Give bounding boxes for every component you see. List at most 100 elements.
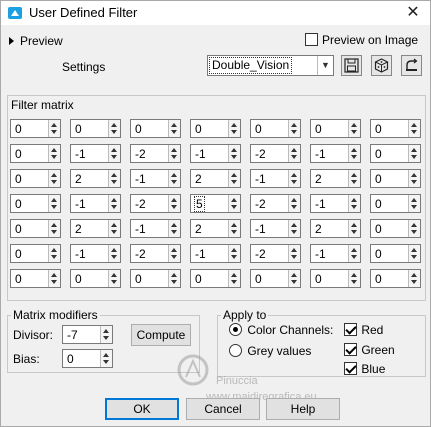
matrix-cell-spin-buttons[interactable] bbox=[48, 245, 60, 262]
matrix-cell[interactable]: 0 bbox=[190, 119, 241, 138]
matrix-cell-spin-buttons[interactable] bbox=[48, 170, 60, 187]
randomize-button[interactable] bbox=[371, 55, 392, 76]
matrix-cell-spin-buttons[interactable] bbox=[348, 245, 360, 262]
divisor-spinbox[interactable]: -7 bbox=[62, 325, 113, 344]
cancel-button[interactable]: Cancel bbox=[186, 398, 260, 420]
matrix-cell-spin-buttons[interactable] bbox=[408, 245, 420, 262]
matrix-cell-spin-buttons[interactable] bbox=[48, 195, 60, 212]
matrix-cell-spin-buttons[interactable] bbox=[48, 220, 60, 237]
preview-toggle[interactable]: Preview bbox=[9, 33, 63, 48]
close-icon[interactable]: ✕ bbox=[402, 3, 424, 23]
matrix-cell-spin-buttons[interactable] bbox=[108, 220, 120, 237]
matrix-cell[interactable]: -2 bbox=[130, 144, 181, 163]
matrix-cell[interactable]: 0 bbox=[70, 269, 121, 288]
matrix-cell[interactable]: 5 bbox=[190, 194, 241, 213]
bias-spinbox[interactable]: 0 bbox=[62, 349, 113, 368]
matrix-cell-spin-buttons[interactable] bbox=[108, 120, 120, 137]
matrix-cell[interactable]: -1 bbox=[70, 144, 121, 163]
matrix-cell-spin-buttons[interactable] bbox=[408, 120, 420, 137]
matrix-cell[interactable]: 0 bbox=[250, 269, 301, 288]
matrix-cell[interactable]: 0 bbox=[70, 119, 121, 138]
matrix-cell-spin-buttons[interactable] bbox=[228, 195, 240, 212]
color-channels-radio-dot[interactable] bbox=[229, 323, 242, 337]
matrix-cell-spin-buttons[interactable] bbox=[48, 120, 60, 137]
matrix-cell-spin-buttons[interactable] bbox=[108, 270, 120, 287]
matrix-cell[interactable]: 0 bbox=[250, 119, 301, 138]
matrix-cell[interactable]: -1 bbox=[310, 194, 361, 213]
help-button[interactable]: Help bbox=[266, 398, 340, 420]
matrix-cell[interactable]: -1 bbox=[310, 144, 361, 163]
matrix-cell-spin-buttons[interactable] bbox=[348, 145, 360, 162]
matrix-cell[interactable]: 2 bbox=[310, 169, 361, 188]
matrix-cell[interactable]: 0 bbox=[10, 119, 61, 138]
matrix-cell-spin-buttons[interactable] bbox=[168, 245, 180, 262]
color-channels-radio[interactable]: Color Channels: bbox=[229, 322, 333, 337]
matrix-cell-spin-buttons[interactable] bbox=[348, 170, 360, 187]
matrix-cell-spin-buttons[interactable] bbox=[48, 270, 60, 287]
matrix-cell-spin-buttons[interactable] bbox=[108, 195, 120, 212]
matrix-cell-spin-buttons[interactable] bbox=[108, 145, 120, 162]
matrix-cell[interactable]: 0 bbox=[310, 119, 361, 138]
matrix-cell-spin-buttons[interactable] bbox=[288, 195, 300, 212]
matrix-cell-spin-buttons[interactable] bbox=[408, 270, 420, 287]
red-checkbox[interactable]: Red bbox=[344, 322, 383, 337]
divisor-spin-buttons[interactable] bbox=[100, 326, 112, 343]
red-check-box[interactable] bbox=[344, 323, 357, 337]
matrix-cell-spin-buttons[interactable] bbox=[168, 170, 180, 187]
matrix-cell-spin-buttons[interactable] bbox=[408, 195, 420, 212]
matrix-cell-spin-buttons[interactable] bbox=[288, 170, 300, 187]
matrix-cell-spin-buttons[interactable] bbox=[288, 245, 300, 262]
matrix-cell[interactable]: 0 bbox=[130, 269, 181, 288]
matrix-cell[interactable]: -1 bbox=[70, 194, 121, 213]
matrix-cell[interactable]: -2 bbox=[130, 194, 181, 213]
matrix-cell[interactable]: -2 bbox=[250, 194, 301, 213]
matrix-cell-spin-buttons[interactable] bbox=[168, 195, 180, 212]
matrix-cell-spin-buttons[interactable] bbox=[168, 220, 180, 237]
matrix-cell[interactable]: 0 bbox=[130, 119, 181, 138]
matrix-cell[interactable]: -2 bbox=[250, 144, 301, 163]
matrix-cell[interactable]: 0 bbox=[370, 169, 421, 188]
matrix-cell[interactable]: 0 bbox=[370, 119, 421, 138]
compute-button[interactable]: Compute bbox=[131, 324, 191, 346]
matrix-cell-spin-buttons[interactable] bbox=[168, 270, 180, 287]
matrix-cell-spin-buttons[interactable] bbox=[348, 270, 360, 287]
matrix-cell-spin-buttons[interactable] bbox=[348, 220, 360, 237]
matrix-cell[interactable]: -1 bbox=[310, 244, 361, 263]
matrix-cell[interactable]: -1 bbox=[70, 244, 121, 263]
matrix-cell-spin-buttons[interactable] bbox=[408, 170, 420, 187]
matrix-cell-spin-buttons[interactable] bbox=[288, 270, 300, 287]
matrix-cell[interactable]: 0 bbox=[10, 169, 61, 188]
ok-button[interactable]: OK bbox=[105, 398, 179, 420]
matrix-cell[interactable]: -1 bbox=[250, 219, 301, 238]
preview-on-image-checkbox[interactable]: Preview on Image bbox=[305, 32, 418, 47]
matrix-cell[interactable]: 2 bbox=[190, 219, 241, 238]
matrix-cell-spin-buttons[interactable] bbox=[348, 195, 360, 212]
matrix-cell[interactable]: 0 bbox=[190, 269, 241, 288]
matrix-cell-spin-buttons[interactable] bbox=[348, 120, 360, 137]
matrix-cell-spin-buttons[interactable] bbox=[108, 245, 120, 262]
matrix-cell-spin-buttons[interactable] bbox=[288, 220, 300, 237]
matrix-cell[interactable]: 0 bbox=[370, 144, 421, 163]
matrix-cell[interactable]: 0 bbox=[370, 244, 421, 263]
matrix-cell-spin-buttons[interactable] bbox=[288, 120, 300, 137]
matrix-cell[interactable]: 2 bbox=[70, 219, 121, 238]
save-preset-button[interactable] bbox=[341, 55, 362, 76]
chevron-down-icon[interactable]: ▼ bbox=[317, 56, 333, 75]
matrix-cell[interactable]: 0 bbox=[370, 194, 421, 213]
matrix-cell[interactable]: -1 bbox=[130, 219, 181, 238]
bias-spin-buttons[interactable] bbox=[100, 350, 112, 367]
matrix-cell[interactable]: 2 bbox=[190, 169, 241, 188]
matrix-cell[interactable]: 0 bbox=[10, 219, 61, 238]
matrix-cell[interactable]: 0 bbox=[370, 219, 421, 238]
matrix-cell-spin-buttons[interactable] bbox=[168, 120, 180, 137]
matrix-cell[interactable]: -1 bbox=[190, 144, 241, 163]
matrix-cell[interactable]: -1 bbox=[130, 169, 181, 188]
matrix-cell[interactable]: 2 bbox=[310, 219, 361, 238]
settings-dropdown[interactable]: Double_Vision ▼ bbox=[207, 55, 334, 76]
matrix-cell[interactable]: -2 bbox=[250, 244, 301, 263]
matrix-cell[interactable]: 0 bbox=[10, 269, 61, 288]
matrix-cell-spin-buttons[interactable] bbox=[228, 270, 240, 287]
matrix-cell-spin-buttons[interactable] bbox=[228, 245, 240, 262]
reset-button[interactable] bbox=[401, 55, 422, 76]
matrix-cell-spin-buttons[interactable] bbox=[408, 220, 420, 237]
